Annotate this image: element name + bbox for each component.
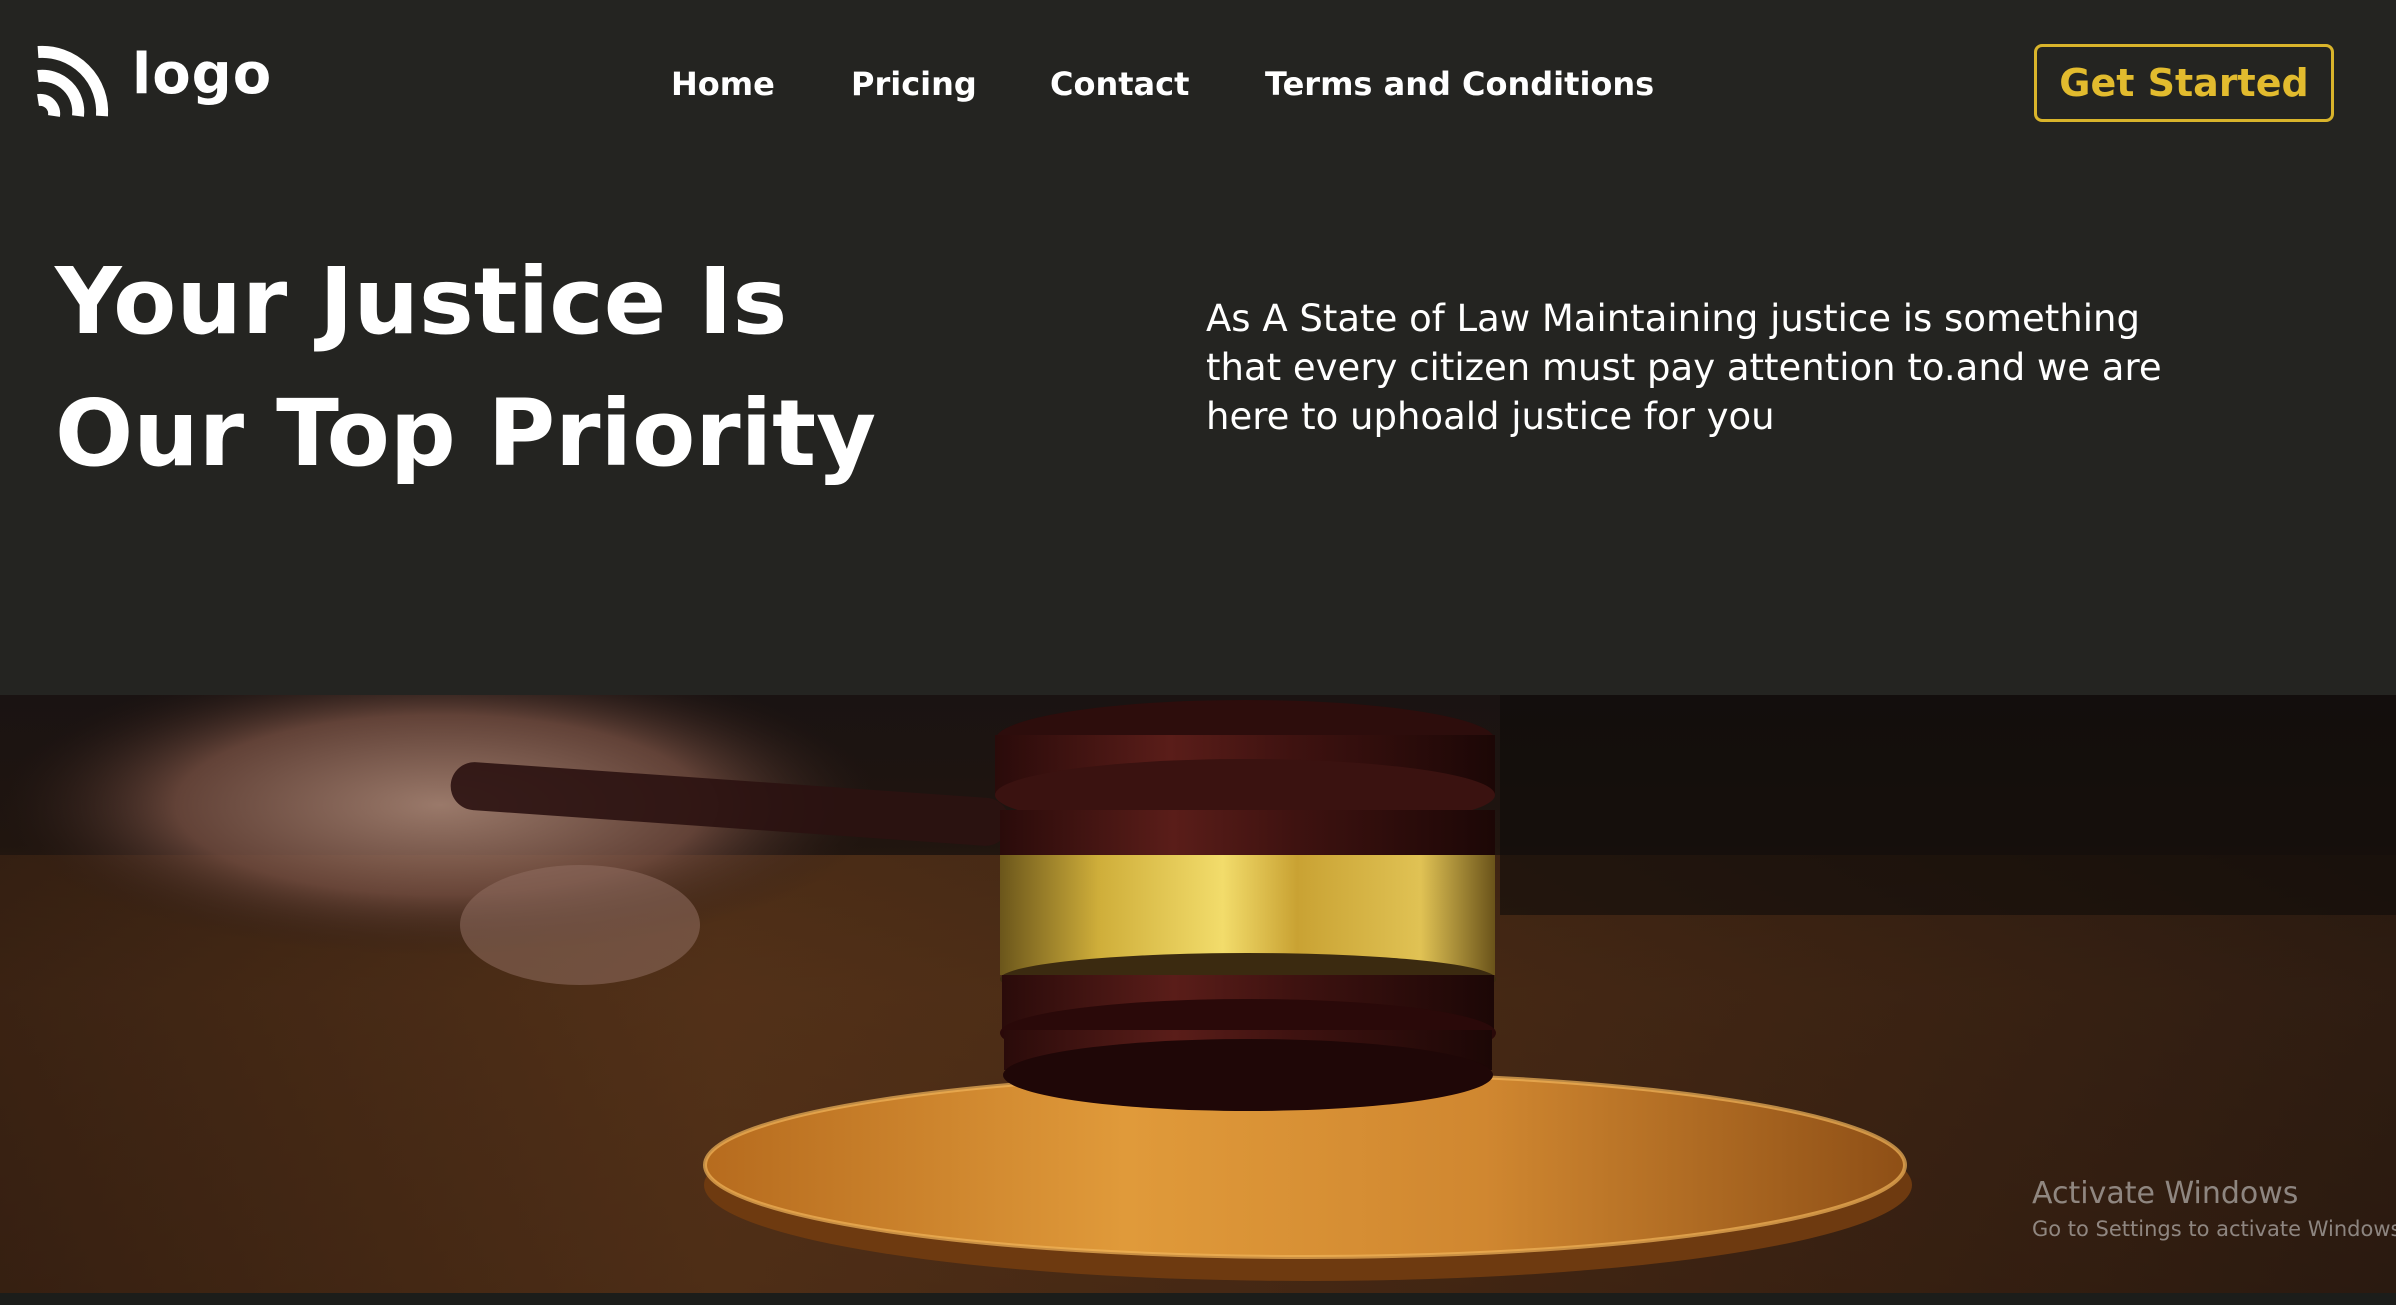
- page-bottom-edge: [0, 1293, 2396, 1305]
- nav-link-contact[interactable]: Contact: [1050, 62, 1189, 106]
- watermark-subtitle: Go to Settings to activate Windows.: [2032, 1217, 2396, 1241]
- wifi-arcs-icon: [37, 45, 109, 117]
- hero-title: Your Justice Is Our Top Priority: [55, 236, 876, 500]
- site-header: logo Home Pricing Contact Terms and Cond…: [0, 0, 2396, 170]
- watermark-title: Activate Windows: [2032, 1176, 2299, 1211]
- logo-text: logo: [132, 42, 273, 107]
- hero-title-line-1: Your Justice Is: [55, 248, 788, 355]
- logo-link[interactable]: logo: [32, 40, 272, 120]
- hero-title-line-2: Our Top Priority: [55, 380, 877, 487]
- hero-description: As A State of Law Maintaining justice is…: [1206, 297, 2162, 438]
- get-started-button[interactable]: Get Started: [2034, 44, 2334, 122]
- nav-link-home[interactable]: Home: [671, 62, 775, 106]
- windows-activation-watermark: Activate Windows Go to Settings to activ…: [2032, 1174, 2396, 1244]
- nav-link-pricing[interactable]: Pricing: [851, 62, 977, 106]
- nav-link-terms[interactable]: Terms and Conditions: [1265, 62, 1654, 106]
